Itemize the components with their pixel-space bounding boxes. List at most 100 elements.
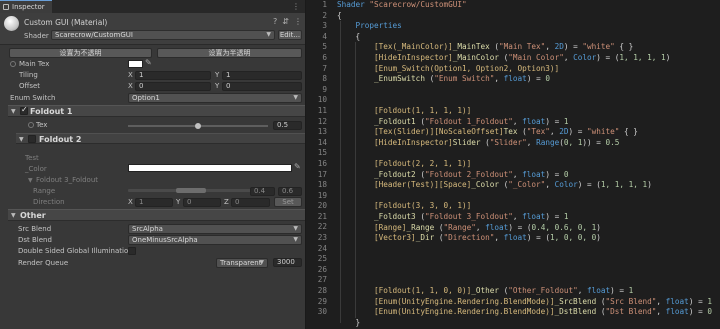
dir-z-field[interactable]: 0 [231, 198, 270, 207]
punct: ) = [688, 307, 708, 317]
attribute: [Enum_Switch(Option1, Option2, Option3)] [374, 63, 560, 73]
foldout2-toggle[interactable] [28, 135, 36, 143]
caret-down-icon: ▼ [11, 108, 16, 115]
punct: , [512, 169, 523, 179]
punct: , [494, 233, 504, 243]
other-header[interactable]: ▼ Other [8, 209, 305, 221]
line-number-gutter: 1 2 3 4 5 6 7 8 9 10 11 12 13 14 15 16 1… [307, 0, 327, 329]
offset-y-label: Y [215, 82, 220, 90]
number: 1 [707, 296, 712, 306]
code-line-27: [Foldout(1, 1, 0, 0)]_Other ("Other_Fold… [337, 286, 633, 297]
tab-menu-icon[interactable]: ⋮ [292, 2, 301, 11]
tab-inspector[interactable]: Inspector [0, 0, 52, 13]
type: float [503, 233, 527, 243]
punct: ) [665, 53, 671, 62]
caret-down-icon: ▼ [11, 212, 16, 219]
dir-z-label: Z [224, 198, 229, 206]
dir-y-label: Y [176, 198, 181, 206]
punct: , [549, 127, 560, 137]
set-transparent-button[interactable]: 设置为半透明 [157, 48, 302, 58]
context-menu-icon[interactable]: ⋮ [294, 17, 302, 26]
punct: ( [489, 42, 500, 52]
identifier: _Range [406, 222, 435, 232]
tex-slider-value[interactable]: 0.5 [273, 121, 302, 130]
shader-label: Shader [24, 32, 49, 40]
eyedropper-icon[interactable]: ✎ [145, 58, 152, 67]
string: "Foldout 1_Foldout" [424, 116, 513, 126]
edit-shader-button[interactable]: Edit... [278, 30, 302, 40]
range-max-field[interactable]: 0.6 [278, 187, 302, 196]
main-color-swatch[interactable] [128, 60, 143, 68]
material-header: Custom GUI (Material) ? ⇵ ⋮ Shader Scare… [0, 13, 305, 45]
type: float [485, 222, 509, 232]
number: 1 [628, 285, 634, 295]
direction-label: Direction [33, 198, 65, 206]
dst-blend-label: Dst Blend [18, 236, 52, 244]
eyedropper-icon[interactable]: ✎ [294, 162, 301, 171]
help-icon[interactable]: ? [273, 17, 277, 26]
code-editor[interactable]: 1 2 3 4 5 6 7 8 9 10 11 12 13 14 15 16 1… [307, 0, 720, 329]
tiling-x-field[interactable]: 1 [135, 71, 211, 80]
code-line-2: { [337, 10, 342, 20]
string: "Direction" [443, 233, 495, 243]
identifier: _MainColor [452, 53, 500, 62]
set-direction-button[interactable]: Set [274, 197, 302, 207]
line-number: 29 [317, 296, 327, 306]
enum-switch-dropdown[interactable]: Option1 ▼ [128, 93, 302, 103]
tiling-x-label: X [128, 71, 133, 79]
number: 1, 1, 1, 1 [600, 180, 648, 190]
string: "Src Blend" [605, 296, 657, 306]
line-number: 24 [317, 243, 327, 253]
range-slider-handle[interactable] [176, 188, 206, 193]
tiling-y-label: Y [215, 71, 220, 79]
shader-dropdown[interactable]: Scarecrow/CustomGUI ▼ [51, 30, 275, 40]
line-number: 25 [317, 254, 327, 264]
punct: ) = [610, 285, 629, 295]
set-opaque-button[interactable]: 设置为不透明 [9, 48, 152, 58]
code-line-11: _Foldout1 ("Foldout 1_Foldout", float) =… [337, 117, 568, 128]
chevron-down-icon: ▼ [293, 236, 298, 243]
punct: ) [596, 233, 601, 243]
foldout1-header[interactable]: ▼ Foldout 1 [8, 105, 305, 117]
type: float [522, 211, 546, 221]
attribute: [HideInInspector] [374, 137, 453, 147]
code-line-30: } [337, 317, 361, 327]
attribute: [Tex(Slider)][NoScaleOffset] [374, 127, 504, 137]
line-number: 6 [322, 52, 327, 62]
line-number: 4 [322, 31, 327, 41]
identifier: _MainTex [452, 42, 490, 52]
offset-y-field[interactable]: 0 [222, 82, 302, 91]
tex-slider-thumb[interactable] [195, 123, 201, 129]
line-number: 20 [317, 201, 327, 211]
foldout2-header[interactable]: ▼ Foldout 2 [16, 133, 305, 144]
offset-x-field[interactable]: 0 [135, 82, 211, 91]
line-number: 18 [317, 180, 327, 190]
color-swatch[interactable] [128, 164, 292, 172]
code-line-6: [HideInInspector]_MainColor ("Main Color… [337, 53, 670, 64]
type: float [665, 307, 689, 317]
dir-y-field[interactable]: 0 [183, 198, 221, 207]
string: "Dst Blend" [605, 307, 657, 317]
tiling-y-field[interactable]: 1 [222, 71, 302, 80]
src-blend-dropdown[interactable]: SrcAlpha ▼ [128, 224, 302, 234]
texture-slot-icon[interactable] [10, 61, 16, 67]
chevron-down-icon: ▼ [293, 94, 298, 101]
punct: ) = [688, 296, 708, 306]
dir-x-field[interactable]: 1 [135, 198, 173, 207]
render-queue-field[interactable]: 3000 [273, 258, 302, 267]
string: "Tex" [526, 127, 550, 137]
line-number: 1 [322, 0, 327, 9]
dsgi-checkbox[interactable] [128, 247, 136, 255]
render-queue-dropdown[interactable]: Transparent ▼ [216, 258, 268, 268]
tex-slot-icon[interactable] [28, 122, 34, 128]
foldout1-toggle[interactable] [20, 105, 28, 115]
code-line-8: _EnumSwitch ("Enum Switch", float) = 0 [337, 74, 550, 85]
dst-blend-dropdown[interactable]: OneMinusSrcAlpha ▼ [128, 235, 302, 245]
range-label: Range [33, 187, 56, 195]
range-min-field[interactable]: 0.4 [250, 187, 275, 196]
string: "Main Color" [508, 53, 564, 62]
type: float [522, 169, 546, 179]
preset-icon[interactable]: ⇵ [282, 17, 289, 26]
punct: , [577, 285, 587, 295]
src-blend-value: SrcAlpha [132, 225, 163, 233]
